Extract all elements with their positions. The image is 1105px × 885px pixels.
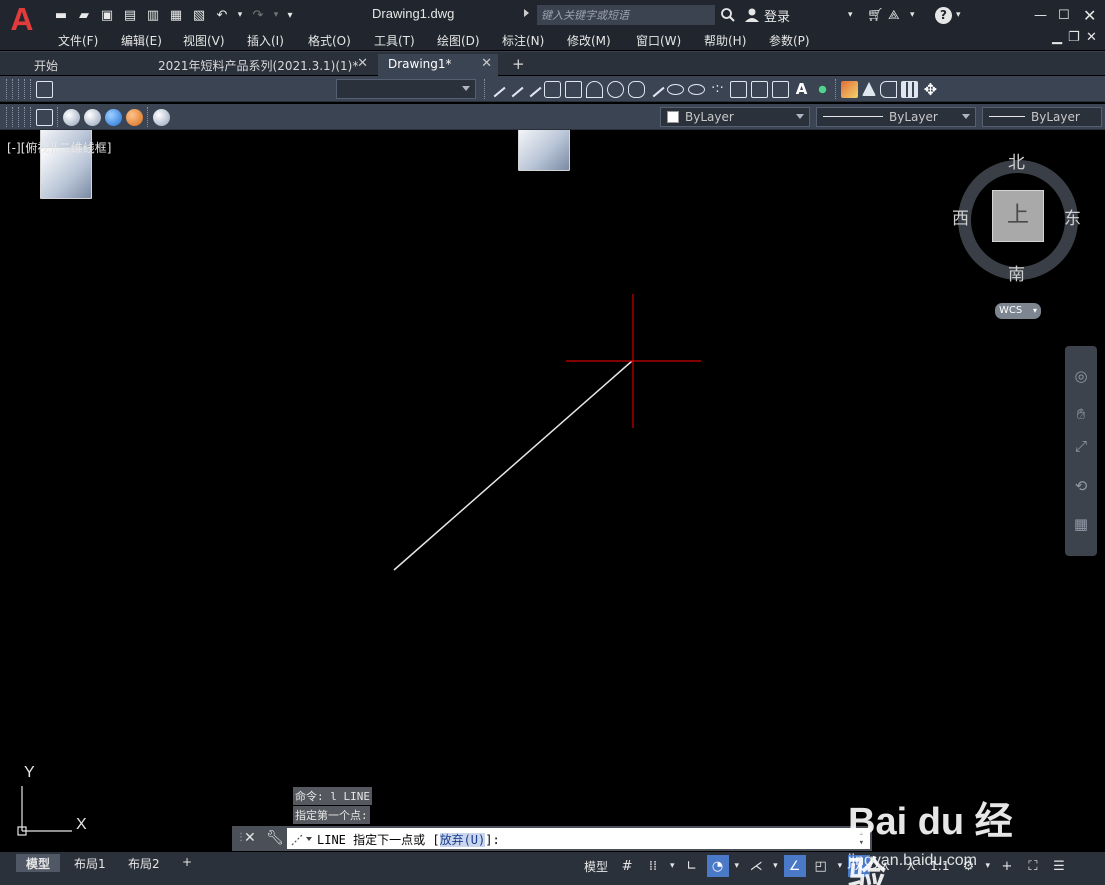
compass-south[interactable]: 南 xyxy=(1008,260,1025,285)
showmotion-icon[interactable]: ▦ xyxy=(1071,514,1091,534)
layout-tab-label: 布局1 xyxy=(74,857,106,871)
compass-west[interactable]: 西 xyxy=(952,204,969,229)
compass-east[interactable]: 东 xyxy=(1064,204,1081,229)
layout-tab-label: 模型 xyxy=(26,857,51,871)
orbit-icon[interactable]: ⟲ xyxy=(1071,476,1091,496)
command-input[interactable]: LINE 指定下一点或 [放弃(U)]: ▴ ▾ xyxy=(287,828,870,849)
isodraft-icon[interactable]: ⋌ xyxy=(745,855,767,877)
object-snap-icon[interactable]: ◰ xyxy=(810,855,832,877)
layout-tab-model[interactable]: 模型 xyxy=(16,854,61,872)
command-prompt: LINE 指定下一点或 [ xyxy=(317,833,440,847)
viewcube-face-top[interactable]: 上 xyxy=(992,190,1044,242)
layout-tab-layout2[interactable]: 布局2 xyxy=(118,854,170,872)
object-snap-tracking-icon[interactable]: ∠ xyxy=(783,855,806,877)
watermark-url: jingyan.baidu.com xyxy=(848,852,977,869)
steering-wheel-icon[interactable]: ◎ xyxy=(1071,366,1091,386)
layout-tab-label: 布局2 xyxy=(128,857,160,871)
viewport-controls[interactable]: [-][俯视][二维线框] xyxy=(7,139,111,156)
add-layout-icon[interactable]: + xyxy=(172,854,202,872)
command-customize-icon[interactable]: 🔧︎ xyxy=(266,830,284,846)
polar-dropdown-icon[interactable]: ▾ xyxy=(733,855,742,877)
command-line-bar: ⋮ ✕ 🔧︎ LINE 指定下一点或 [放弃(U)]: ▴ ▾ xyxy=(232,826,872,851)
ucs-x-label: X xyxy=(76,816,87,833)
layout-tab-layout1[interactable]: 布局1 xyxy=(64,854,116,872)
zoom-extents-icon[interactable]: ⤢ xyxy=(1071,436,1091,456)
ortho-icon[interactable]: ∟ xyxy=(681,855,703,877)
baidu-watermark: Bai du 经验 jingyan.baidu.com xyxy=(848,770,1048,885)
chevron-down-icon: ▾ xyxy=(1032,306,1037,315)
snap-dropdown-icon[interactable]: ▾ xyxy=(668,855,677,877)
drawing-canvas[interactable] xyxy=(0,0,1105,885)
object-snap-dropdown-icon[interactable]: ▾ xyxy=(836,855,845,877)
viewcube[interactable]: 上 北 南 东 西 xyxy=(952,148,1081,285)
command-history-line: 命令: l LINE xyxy=(293,787,372,805)
navigation-bar: ◎ ✋︎ ⤢ ⟲ ▦ xyxy=(1065,346,1097,556)
command-history-line: 指定第一个点: xyxy=(293,806,370,824)
command-recent-icon[interactable] xyxy=(291,832,313,846)
ucs-icon xyxy=(17,786,72,836)
command-prompt-end: ]: xyxy=(485,833,500,847)
isodraft-dropdown-icon[interactable]: ▾ xyxy=(771,855,780,877)
polar-tracking-icon[interactable]: ◔ xyxy=(706,855,729,877)
drawn-line[interactable] xyxy=(393,360,633,571)
watermark-brand: Bai du 经验 xyxy=(848,801,1013,885)
snap-icon[interactable]: ⁞⁞ xyxy=(642,855,664,877)
model-space-button[interactable]: 模型 xyxy=(580,858,612,875)
compass-north[interactable]: 北 xyxy=(1008,148,1025,173)
wcs-label: WCS xyxy=(999,305,1023,316)
customization-menu-icon[interactable]: ☰ xyxy=(1048,855,1070,877)
pan-icon[interactable]: ✋︎ xyxy=(1071,404,1091,424)
ucs-y-label: Y xyxy=(24,764,35,781)
command-close-icon[interactable]: ✕ xyxy=(244,830,256,846)
command-option-undo[interactable]: 放弃(U) xyxy=(439,833,486,847)
wcs-menu[interactable]: WCS ▾ xyxy=(995,303,1041,319)
grid-icon[interactable]: # xyxy=(616,855,638,877)
